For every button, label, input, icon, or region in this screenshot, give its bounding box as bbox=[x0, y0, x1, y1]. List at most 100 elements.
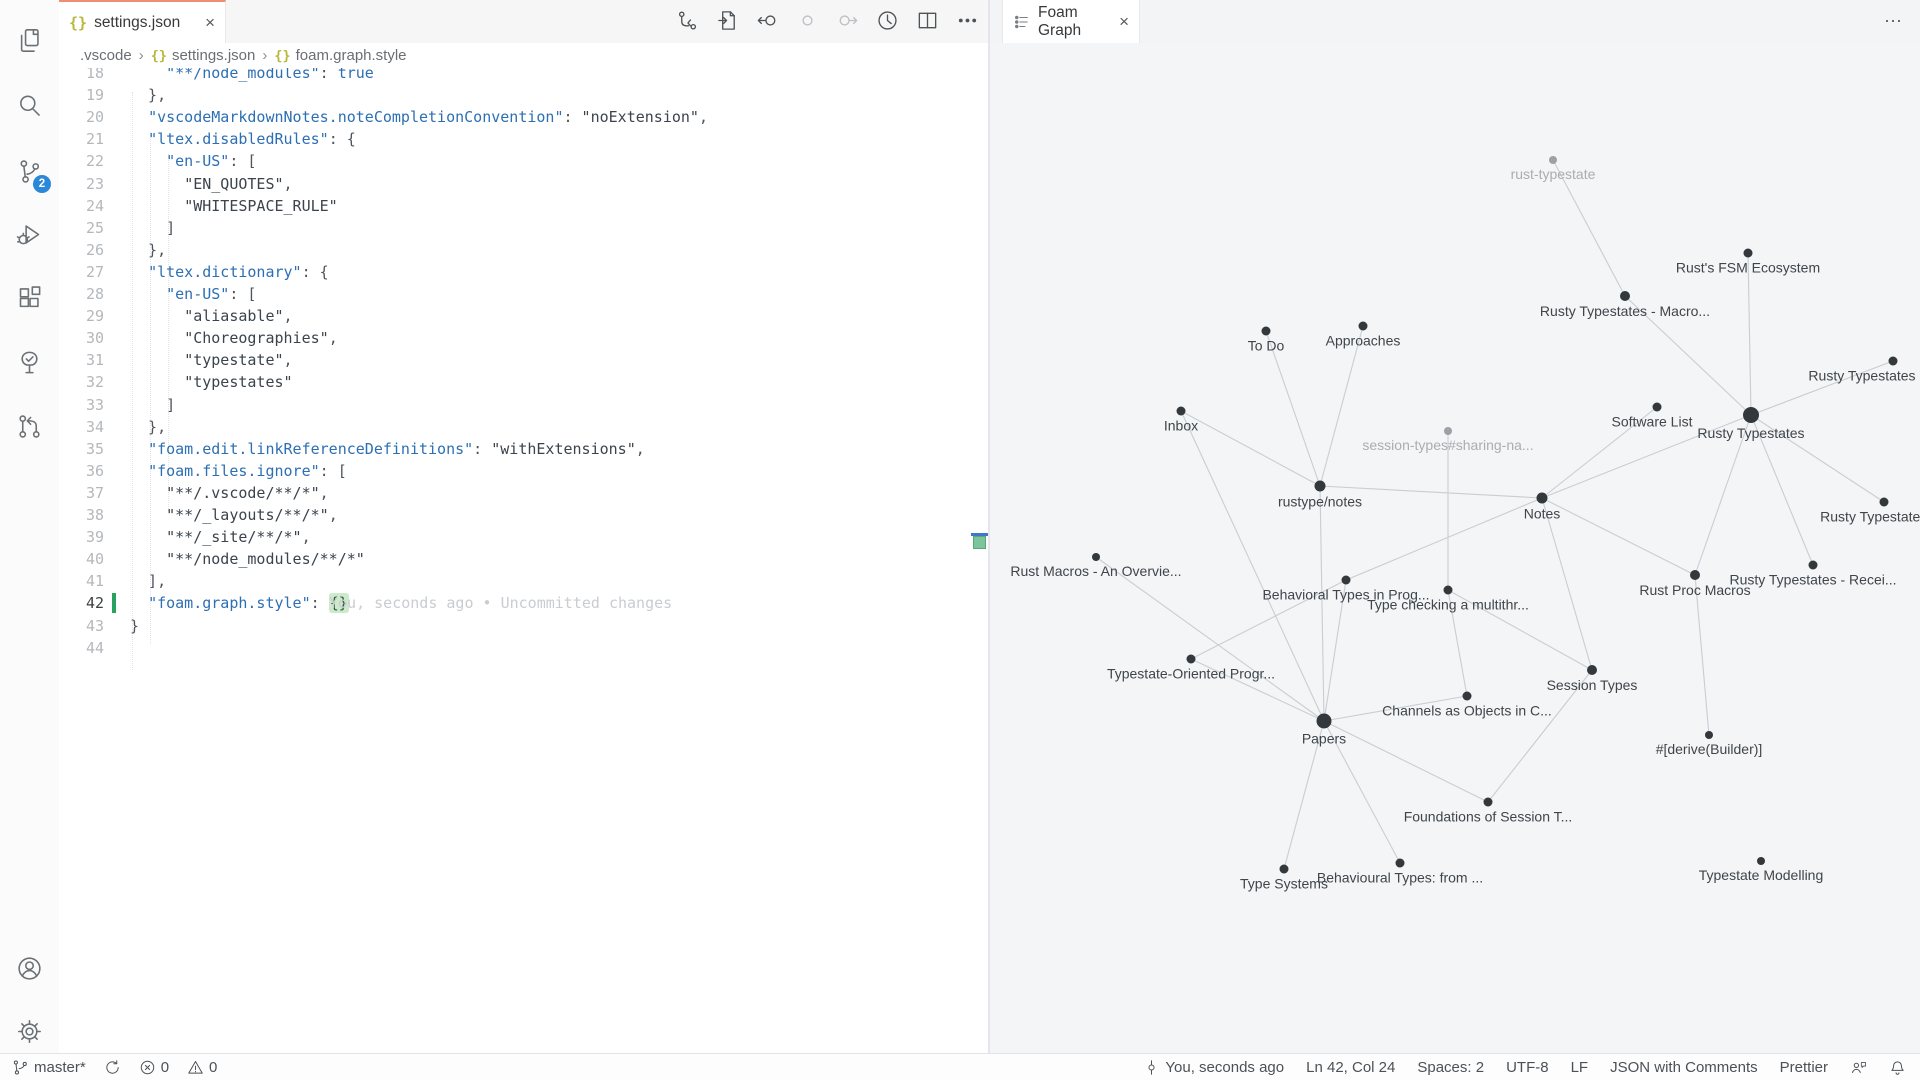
graph-node-fsm[interactable] bbox=[1744, 249, 1753, 258]
status-sync-changes[interactable] bbox=[104, 1059, 121, 1076]
graph-node-foundations[interactable] bbox=[1484, 798, 1493, 807]
status-label: 0 bbox=[209, 1059, 217, 1076]
status-notifications[interactable] bbox=[1889, 1059, 1906, 1076]
token: "**/_layouts/**/*" bbox=[166, 506, 329, 524]
token: "WHITESPACE_RULE" bbox=[184, 197, 338, 215]
status-warnings[interactable]: 0 bbox=[187, 1059, 217, 1076]
graph-node-rt_ts[interactable] bbox=[1549, 156, 1557, 164]
activity-search[interactable] bbox=[0, 79, 59, 131]
token: "Choreographies" bbox=[184, 329, 329, 347]
code-line: 34 }, bbox=[59, 416, 970, 438]
graph-node-approaches[interactable] bbox=[1359, 322, 1368, 331]
graph-node-sestypes[interactable] bbox=[1587, 665, 1597, 675]
activity-account[interactable] bbox=[0, 942, 59, 994]
status-encoding[interactable]: UTF-8 bbox=[1506, 1059, 1549, 1076]
split-editor-button[interactable] bbox=[914, 8, 940, 34]
graph-node-typesys[interactable] bbox=[1280, 865, 1289, 874]
activity-git-graph[interactable] bbox=[0, 400, 59, 452]
graph-node-label: Inbox bbox=[1164, 418, 1198, 434]
activity-run-debug[interactable] bbox=[0, 208, 59, 260]
status-indentation[interactable]: Spaces: 2 bbox=[1417, 1059, 1484, 1076]
graph-node-todo[interactable] bbox=[1262, 327, 1271, 336]
activity-extensions[interactable] bbox=[0, 272, 59, 324]
graph-node-rustype[interactable] bbox=[1315, 481, 1326, 492]
status-errors[interactable]: 0 bbox=[139, 1059, 169, 1076]
graph-node-behavioral[interactable] bbox=[1342, 576, 1351, 585]
graph-node-label: Rust Macros - An Overvie... bbox=[1010, 563, 1181, 579]
status-blame-status[interactable]: You, seconds ago bbox=[1143, 1059, 1284, 1076]
token: , bbox=[302, 528, 311, 546]
tab-settings-json[interactable]: {} settings.json × bbox=[59, 0, 226, 43]
code-text: "EN_QUOTES", bbox=[130, 173, 293, 195]
status-language-mode[interactable]: JSON with Comments bbox=[1610, 1059, 1758, 1076]
foam-graph-canvas[interactable]: rust-typestateRust's FSM EcosystemRusty … bbox=[990, 43, 1920, 1053]
graph-node-recei[interactable] bbox=[1809, 561, 1818, 570]
line-number: 24 bbox=[59, 195, 104, 217]
graph-node-label: Rusty Typestates - Recei... bbox=[1729, 572, 1896, 588]
code-text: "**/.vscode/**/*", bbox=[130, 482, 329, 504]
graph-node-rtright[interactable] bbox=[1880, 498, 1889, 507]
foam-graph-panel: rust-typestateRust's FSM EcosystemRusty … bbox=[990, 43, 1920, 1053]
graph-node-session[interactable] bbox=[1444, 427, 1452, 435]
status-feedback[interactable] bbox=[1850, 1059, 1867, 1076]
status-eol[interactable]: LF bbox=[1571, 1059, 1589, 1076]
graph-node-proc[interactable] bbox=[1690, 570, 1700, 580]
graph-node-rustmacros[interactable] bbox=[1092, 553, 1100, 561]
graph-node-topl[interactable] bbox=[1187, 655, 1196, 664]
code-text: "**/node_modules/**/*" bbox=[130, 548, 365, 570]
graph-node-hub[interactable] bbox=[1743, 407, 1759, 423]
graph-edge bbox=[1748, 253, 1751, 415]
graph-node-modelling[interactable] bbox=[1757, 857, 1765, 865]
status-cursor-position[interactable]: Ln 42, Col 24 bbox=[1306, 1059, 1395, 1076]
graph-node-macro[interactable] bbox=[1620, 291, 1630, 301]
prev-change-icon bbox=[756, 9, 779, 32]
editor-tab-bar: {} settings.json × bbox=[59, 0, 988, 44]
graph-node-label: session-types#sharing-na... bbox=[1362, 437, 1533, 453]
close-icon[interactable]: × bbox=[1119, 13, 1129, 30]
tab-label: settings.json bbox=[94, 14, 180, 32]
graph-node-software[interactable] bbox=[1653, 403, 1662, 412]
open-timeline-button[interactable] bbox=[874, 8, 900, 34]
token: }, bbox=[130, 241, 166, 259]
breadcrumb-item--vscode[interactable]: .vscode bbox=[80, 47, 132, 64]
graph-node-channels[interactable] bbox=[1463, 692, 1472, 701]
code-text: } bbox=[130, 615, 139, 637]
status-git-branch[interactable]: master* bbox=[12, 1059, 86, 1076]
breadcrumb-item-settings-json[interactable]: {}settings.json bbox=[151, 47, 256, 64]
previous-change-button[interactable] bbox=[754, 8, 780, 34]
close-icon[interactable]: × bbox=[205, 14, 215, 31]
activity-settings[interactable] bbox=[0, 1005, 59, 1057]
token: , bbox=[329, 506, 338, 524]
token bbox=[130, 329, 184, 347]
code-line: 40 "**/node_modules/**/*" bbox=[59, 548, 970, 570]
code-line: 27 "ltex.dictionary": { bbox=[59, 261, 970, 283]
open-file-button[interactable] bbox=[714, 8, 740, 34]
graph-node-label: Channels as Objects in C... bbox=[1382, 703, 1552, 719]
graph-node-derive[interactable] bbox=[1705, 731, 1713, 739]
status-label: LF bbox=[1571, 1059, 1589, 1076]
graph-node-papers[interactable] bbox=[1317, 714, 1332, 729]
graph-node-behavioural[interactable] bbox=[1396, 859, 1405, 868]
graph-node-inbox[interactable] bbox=[1177, 407, 1186, 416]
status-label: Spaces: 2 bbox=[1417, 1059, 1484, 1076]
open-changes-button[interactable] bbox=[674, 8, 700, 34]
extensions-icon bbox=[16, 285, 43, 312]
graph-node-typecheck[interactable] bbox=[1444, 586, 1453, 595]
activity-todo-tree[interactable] bbox=[0, 336, 59, 388]
tab-foam-graph[interactable]: Foam Graph × bbox=[1002, 0, 1140, 43]
graph-node-rttop[interactable] bbox=[1889, 357, 1898, 366]
activity-explorer[interactable] bbox=[0, 14, 59, 66]
run-debug-icon bbox=[16, 221, 43, 248]
code-editor[interactable]: 18 "**/node_modules": true19 },20 "vscod… bbox=[59, 68, 970, 1053]
more-actions-button[interactable] bbox=[954, 8, 980, 34]
breadcrumb-item-foam-graph-style[interactable]: {}foam.graph.style bbox=[274, 47, 406, 64]
code-line: 44 bbox=[59, 637, 970, 659]
status-formatter[interactable]: Prettier bbox=[1780, 1059, 1828, 1076]
scm-badge: 2 bbox=[33, 175, 51, 193]
line-number: 38 bbox=[59, 504, 104, 526]
graph-node-notes[interactable] bbox=[1537, 493, 1548, 504]
more-actions-icon[interactable]: ⋯ bbox=[1884, 0, 1904, 43]
breadcrumb-label: foam.graph.style bbox=[296, 47, 407, 64]
line-number: 30 bbox=[59, 327, 104, 349]
activity-source-control[interactable]: 2 bbox=[0, 145, 59, 197]
